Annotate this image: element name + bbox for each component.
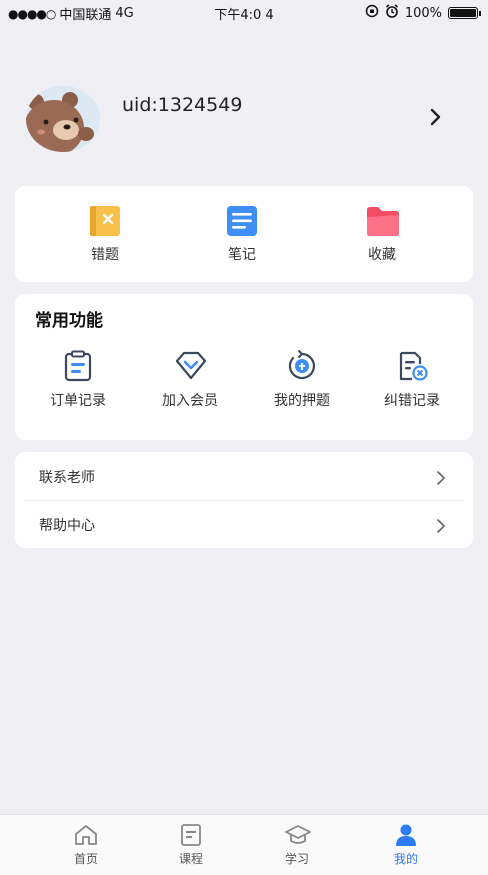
- bear-avatar-icon: [26, 86, 100, 152]
- quick-action-label: 收藏: [368, 247, 396, 263]
- chevron-right-icon: [437, 470, 445, 489]
- quick-actions-card: 错题 笔记 收藏: [15, 186, 473, 282]
- status-right: 100%: [365, 4, 481, 22]
- menu-item-label: 联系老师: [39, 470, 95, 486]
- notes-icon: [224, 204, 260, 238]
- error-report-icon: [395, 350, 429, 382]
- quick-action-label: 笔记: [228, 247, 256, 263]
- tab-courses[interactable]: 课程: [151, 823, 231, 867]
- bet-question-icon: [285, 350, 319, 382]
- quick-action-favorites[interactable]: 收藏: [337, 204, 427, 264]
- bottom-tab-bar: 首页 课程 学习 我的: [0, 814, 488, 875]
- function-join-membership[interactable]: 加入会员: [140, 350, 240, 410]
- quick-action-label: 错题: [91, 247, 119, 263]
- chevron-right-icon: [437, 518, 445, 537]
- function-label: 纠错记录: [384, 393, 440, 409]
- function-label: 我的押题: [274, 393, 330, 409]
- order-clipboard-icon: [61, 350, 95, 382]
- menu-card: 联系老师 帮助中心: [15, 452, 473, 548]
- function-order-records[interactable]: 订单记录: [28, 350, 128, 410]
- wrong-questions-icon: [87, 204, 123, 238]
- tab-home[interactable]: 首页: [46, 823, 126, 867]
- function-label: 订单记录: [50, 393, 106, 409]
- battery-icon: [448, 7, 481, 19]
- chevron-right-icon[interactable]: [430, 108, 442, 130]
- profile-header[interactable]: uid:1324549: [0, 80, 488, 160]
- tab-label: 首页: [73, 852, 98, 866]
- menu-item-help-center[interactable]: 帮助中心: [15, 500, 473, 548]
- orientation-lock-icon: [365, 4, 379, 22]
- common-functions-card: 常用功能 订单记录 加入会员 我的押题 纠错记录: [15, 294, 473, 440]
- function-my-predictions[interactable]: 我的押题: [252, 350, 352, 410]
- diamond-icon: [173, 350, 207, 382]
- menu-item-contact-teacher[interactable]: 联系老师: [15, 452, 473, 500]
- tab-label: 我的: [393, 852, 418, 866]
- user-uid: uid:1324549: [122, 94, 243, 116]
- graduation-cap-icon: [284, 823, 311, 847]
- function-label: 加入会员: [162, 393, 218, 409]
- section-title: 常用功能: [35, 311, 103, 331]
- status-bar: ●●●●○ 中国联通 4G 下午4:0 4 100%: [0, 0, 488, 24]
- user-icon: [393, 823, 419, 847]
- tab-mine[interactable]: 我的: [366, 823, 446, 867]
- function-correction-records[interactable]: 纠错记录: [362, 350, 462, 410]
- tab-study[interactable]: 学习: [257, 823, 337, 867]
- quick-action-notes[interactable]: 笔记: [197, 204, 287, 264]
- course-icon: [178, 823, 204, 847]
- menu-item-label: 帮助中心: [39, 518, 95, 534]
- tab-label: 课程: [178, 852, 203, 866]
- battery-percent: 100%: [404, 5, 442, 21]
- favorites-folder-icon: [364, 204, 400, 238]
- alarm-icon: [385, 4, 399, 22]
- quick-action-wrong-questions[interactable]: 错题: [60, 204, 150, 264]
- tab-label: 学习: [284, 852, 309, 866]
- avatar[interactable]: [26, 86, 100, 152]
- home-icon: [73, 823, 99, 847]
